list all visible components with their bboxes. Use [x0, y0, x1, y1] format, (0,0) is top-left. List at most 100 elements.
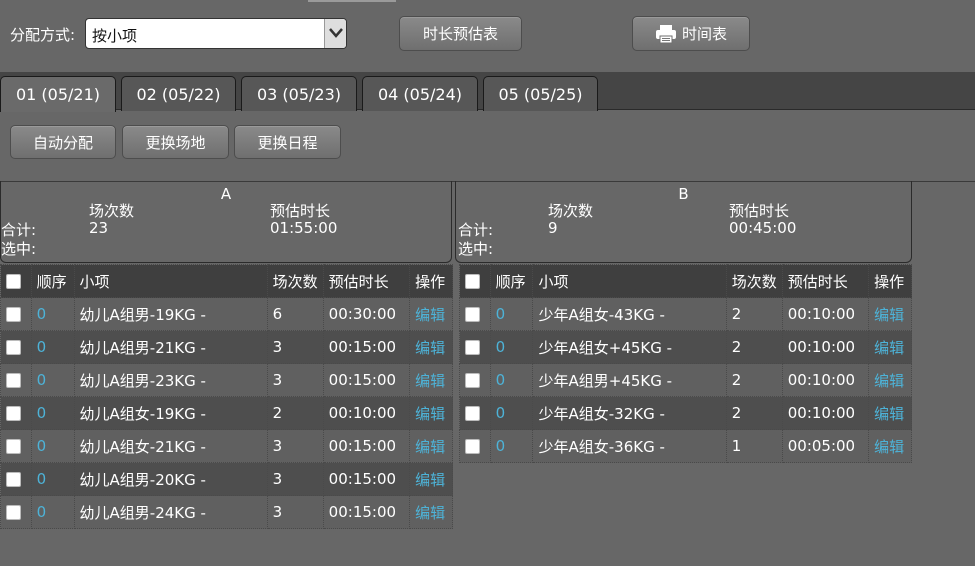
row-checkbox[interactable] [465, 373, 480, 388]
row-checkbox[interactable] [6, 439, 21, 454]
edit-link[interactable]: 编辑 [409, 330, 453, 364]
order-cell[interactable]: 0 [30, 462, 75, 496]
order-cell[interactable]: 0 [30, 396, 75, 430]
count-cell: 3 [266, 462, 324, 496]
count-cell: 2 [725, 396, 783, 430]
duration-cell: 00:15:00 [322, 462, 411, 496]
row-select-cell [0, 462, 32, 496]
row-checkbox[interactable] [6, 307, 21, 322]
row-checkbox[interactable] [465, 307, 480, 322]
col-order[interactable]: 顺序 [489, 264, 534, 298]
row-checkbox[interactable] [6, 373, 21, 388]
select-all-checkbox[interactable] [6, 274, 21, 289]
tab-day-05[interactable]: 05 (05/25) [483, 76, 598, 111]
duration-cell: 00:10:00 [781, 297, 870, 331]
order-cell[interactable]: 0 [489, 330, 534, 364]
col-count[interactable]: 场次数 [725, 264, 783, 298]
count-cell: 3 [266, 330, 324, 364]
edit-link[interactable]: 编辑 [868, 396, 912, 430]
row-checkbox[interactable] [6, 340, 21, 355]
table-row[interactable]: 0 幼儿A组女-21KG -3 00:15:00 编辑 [0, 429, 453, 463]
edit-link[interactable]: 编辑 [868, 330, 912, 364]
row-select-cell [459, 330, 491, 364]
auto-allocate-button[interactable]: 自动分配 [10, 125, 116, 159]
col-order[interactable]: 顺序 [30, 264, 75, 298]
tab-day-01[interactable]: 01 (05/21) [0, 76, 116, 112]
table-row[interactable]: 0 幼儿A组男-21KG -3 00:15:00 编辑 [0, 330, 453, 364]
chevron-down-icon[interactable] [324, 19, 346, 48]
duration-cell: 00:15:00 [322, 429, 411, 463]
edit-link[interactable]: 编辑 [409, 363, 453, 397]
tab-day-03[interactable]: 03 (05/23) [241, 76, 357, 111]
order-cell[interactable]: 0 [489, 363, 534, 397]
item-cell: 幼儿A组男-24KG - [73, 495, 268, 529]
duration-cell: 00:10:00 [781, 363, 870, 397]
table-row[interactable]: 0 少年A组女+45KG -2 00:10:00 编辑 [459, 330, 912, 364]
item-cell: 幼儿A组女-19KG - [73, 396, 268, 430]
duration-cell: 00:15:00 [322, 495, 411, 529]
order-cell[interactable]: 0 [30, 297, 75, 331]
table-row[interactable]: 0 幼儿A组男-23KG -3 00:15:00 编辑 [0, 363, 453, 397]
row-checkbox[interactable] [465, 439, 480, 454]
row-select-cell [459, 297, 491, 331]
order-cell[interactable]: 0 [489, 396, 534, 430]
row-checkbox[interactable] [465, 406, 480, 421]
order-cell[interactable]: 0 [489, 429, 534, 463]
row-select-cell [0, 330, 32, 364]
col-item[interactable]: 小项 [532, 264, 727, 298]
order-cell[interactable]: 0 [30, 330, 75, 364]
tab-day-02[interactable]: 02 (05/22) [121, 76, 236, 111]
order-cell[interactable]: 0 [489, 297, 534, 331]
edit-link[interactable]: 编辑 [868, 363, 912, 397]
item-cell: 少年A组女-36KG - [532, 429, 727, 463]
table-row[interactable]: 0 幼儿A组男-19KG -6 00:30:00 编辑 [0, 297, 453, 331]
change-venue-button[interactable]: 更换场地 [122, 125, 229, 159]
edit-link[interactable]: 编辑 [868, 297, 912, 331]
col-duration[interactable]: 预估时长 [322, 264, 411, 298]
table-row[interactable]: 0 少年A组男+45KG -2 00:10:00 编辑 [459, 363, 912, 397]
venue-name: B [678, 185, 689, 203]
item-cell: 幼儿A组女-21KG - [73, 429, 268, 463]
table-row[interactable]: 0 少年A组女-43KG -2 00:10:00 编辑 [459, 297, 912, 331]
table-row[interactable]: 0 幼儿A组男-24KG -3 00:15:00 编辑 [0, 495, 453, 529]
total-count: 9 [548, 219, 558, 237]
table-row[interactable]: 0 少年A组女-32KG -2 00:10:00 编辑 [459, 396, 912, 430]
edit-link[interactable]: 编辑 [409, 429, 453, 463]
order-cell[interactable]: 0 [30, 363, 75, 397]
total-label: 合计: [1, 221, 37, 239]
edit-link[interactable]: 编辑 [409, 297, 453, 331]
edit-link[interactable]: 编辑 [868, 429, 912, 463]
duration-estimate-button[interactable]: 时长预估表 [399, 16, 522, 51]
col-count[interactable]: 场次数 [266, 264, 324, 298]
count-cell: 3 [266, 429, 324, 463]
table-row[interactable]: 0 幼儿A组男-20KG -3 00:15:00 编辑 [0, 462, 453, 496]
row-checkbox[interactable] [6, 472, 21, 487]
edit-link[interactable]: 编辑 [409, 462, 453, 496]
row-checkbox[interactable] [6, 505, 21, 520]
venue-summary-a: A 场次数 预估时长 合计: 23 01:55:00 选中: [0, 181, 452, 263]
order-cell[interactable]: 0 [30, 495, 75, 529]
edit-link[interactable]: 编辑 [409, 495, 453, 529]
order-cell[interactable]: 0 [30, 429, 75, 463]
count-cell: 2 [725, 330, 783, 364]
duration-cell: 00:15:00 [322, 330, 411, 364]
total-duration: 01:55:00 [270, 219, 338, 237]
col-duration[interactable]: 预估时长 [781, 264, 870, 298]
event-table-a: 顺序 小项 场次数 预估时长 操作 0 幼儿A组男-19KG -6 00:30:00… [0, 264, 453, 529]
row-checkbox[interactable] [465, 340, 480, 355]
timetable-button[interactable]: 时间表 [632, 16, 750, 51]
edit-link[interactable]: 编辑 [409, 396, 453, 430]
change-schedule-button[interactable]: 更换日程 [234, 125, 341, 159]
table-row[interactable]: 0 幼儿A组女-19KG -2 00:10:00 编辑 [0, 396, 453, 430]
col-item[interactable]: 小项 [73, 264, 268, 298]
row-select-cell [0, 429, 32, 463]
item-cell: 少年A组女-32KG - [532, 396, 727, 430]
duration-cell: 00:30:00 [322, 297, 411, 331]
table-row[interactable]: 0 少年A组女-36KG -1 00:05:00 编辑 [459, 429, 912, 463]
row-checkbox[interactable] [6, 406, 21, 421]
row-select-cell [0, 297, 32, 331]
select-all-checkbox[interactable] [465, 274, 480, 289]
tab-day-04[interactable]: 04 (05/24) [362, 76, 478, 111]
count-cell: 2 [725, 297, 783, 331]
allocation-mode-select[interactable]: 按小项 [85, 18, 347, 49]
